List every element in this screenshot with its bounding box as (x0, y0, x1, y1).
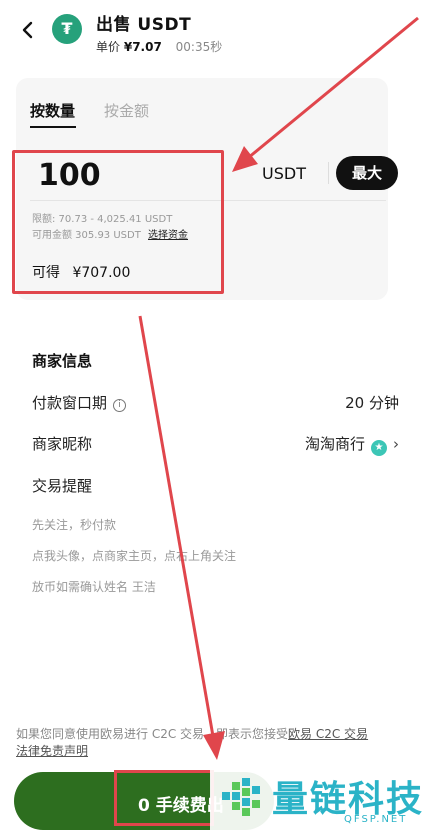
legal-disclaimer: 如果您同意使用欧易进行 C2C 交易，即表示您接受欧易 C2C 交易 法律免责声… (16, 726, 416, 760)
verified-badge-icon: ★ (371, 440, 387, 456)
merchant-nickname-link[interactable]: 淘淘商行 ★ › (305, 433, 399, 456)
countdown-timer: 00:35秒 (175, 40, 223, 54)
trade-reminder-label: 交易提醒 (32, 477, 93, 495)
disclaimer-text: 如果您同意使用欧易进行 C2C 交易，即表示您接受 (16, 727, 289, 741)
info-icon[interactable]: i (113, 399, 127, 412)
merchant-nickname-label: 商家昵称 (32, 435, 93, 453)
tether-coin-icon: ₮ (52, 14, 82, 44)
merchant-nickname-value: 淘淘商行 (304, 435, 365, 453)
annotation-arrow-bottom (138, 315, 225, 760)
c2c-trade-link[interactable]: 欧易 C2C 交易 (288, 727, 368, 741)
reminder-note: 先关注，秒付款 (32, 518, 117, 532)
payment-window-label: 付款窗口期 i (32, 392, 127, 413)
reminder-note: 点我头像，点商家主页，点右上角关注 (32, 549, 237, 563)
annotation-box-button (114, 770, 214, 826)
chevron-right-icon: › (393, 435, 399, 453)
max-button[interactable]: 最大 (336, 156, 398, 190)
legal-disclaimer-link[interactable]: 法律免责声明 (16, 744, 88, 758)
annotation-box-amount (12, 150, 224, 294)
tab-by-amount[interactable]: 按金额 (104, 100, 149, 121)
payment-window-value: 20 分钟 (345, 394, 399, 412)
watermark: 量链科技 QFSP.NET (210, 768, 431, 830)
payment-window-text: 付款窗口期 (32, 394, 108, 412)
unit-separator (328, 162, 329, 184)
watermark-subtext: QFSP.NET (344, 814, 408, 825)
reminder-note: 放币如需确认姓名 王洁 (32, 580, 156, 594)
tab-by-quantity[interactable]: 按数量 (30, 100, 75, 121)
header: ₮ 出售 USDT 单价 ¥7.07 00:35秒 (0, 0, 431, 64)
merchant-section-title: 商家信息 (32, 352, 93, 370)
watermark-logo-icon (222, 778, 260, 816)
price-label: 单价 (96, 40, 121, 54)
price-value: ¥7.07 (123, 40, 162, 54)
back-arrow-icon[interactable] (16, 18, 40, 42)
page-title: 出售 USDT (96, 15, 192, 35)
active-tab-underline (30, 126, 76, 128)
price-line: 单价 ¥7.07 00:35秒 (96, 38, 222, 55)
unit-label: USDT (262, 164, 306, 183)
